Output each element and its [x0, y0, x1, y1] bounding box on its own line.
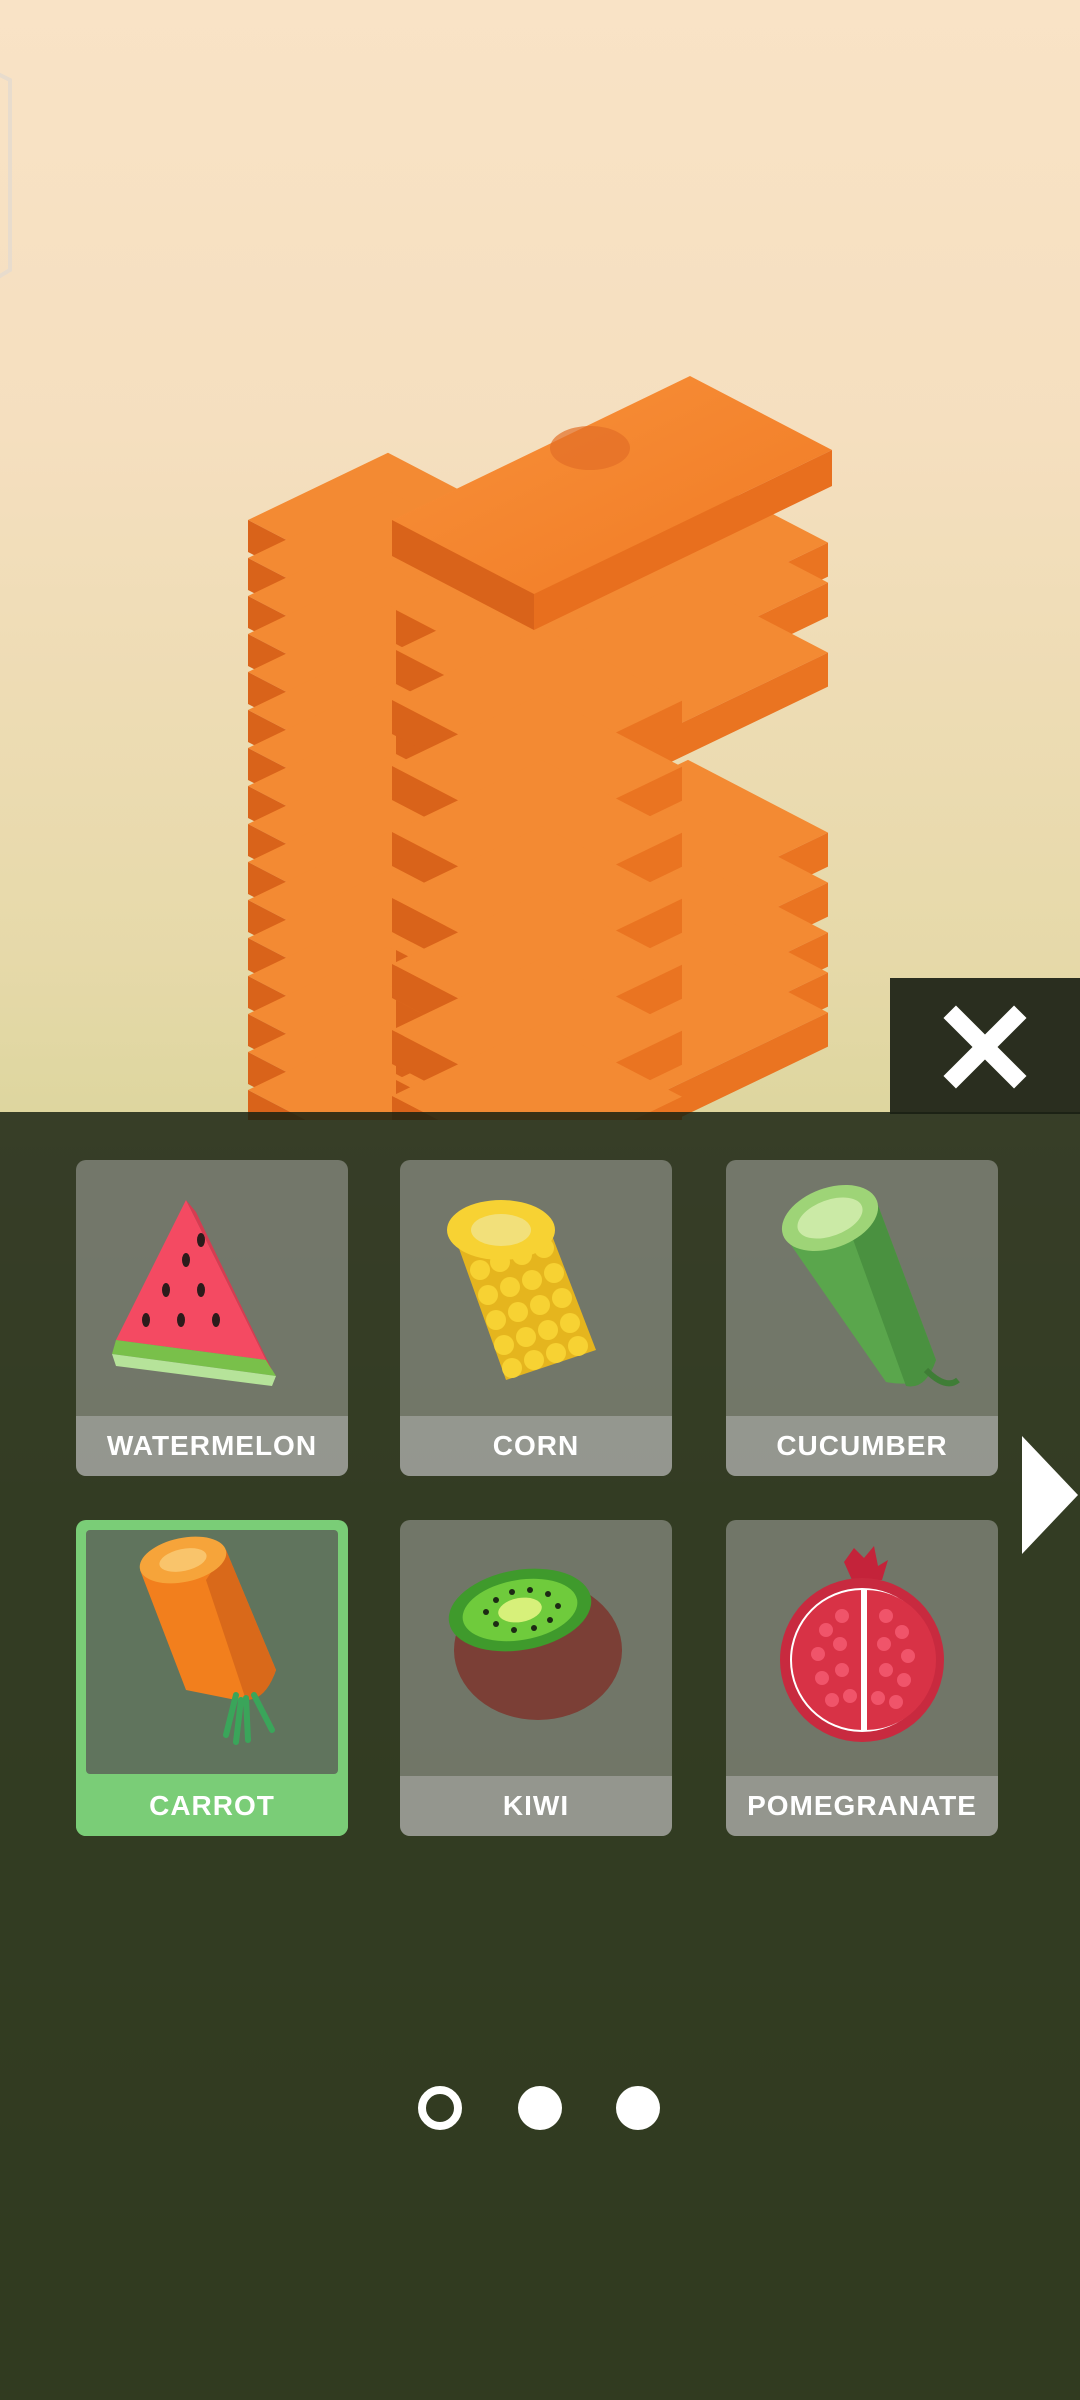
skin-label: KIWI: [400, 1776, 672, 1836]
tower-scene: [0, 0, 1080, 1120]
skin-label: POMEGRANATE: [726, 1776, 998, 1836]
skin-card-cucumber[interactable]: CUCUMBER: [726, 1160, 998, 1476]
page-dot-3[interactable]: [616, 2086, 660, 2130]
skin-label: CARROT: [76, 1776, 348, 1836]
corn-icon: [447, 1200, 596, 1380]
skin-label: CORN: [400, 1416, 672, 1476]
next-page-arrow-icon[interactable]: [1020, 1430, 1080, 1560]
pomegranate-icon: [780, 1546, 944, 1742]
skin-card-watermelon[interactable]: WATERMELON: [76, 1160, 348, 1476]
page-dot-1[interactable]: [418, 2086, 462, 2130]
watermelon-icon: [112, 1200, 276, 1386]
skin-card-carrot[interactable]: CARROT: [76, 1520, 348, 1836]
kiwi-icon: [448, 1568, 622, 1720]
cucumber-icon: [781, 1185, 960, 1387]
skin-card-corn[interactable]: CORN: [400, 1160, 672, 1476]
corner-frame-icon: [0, 72, 12, 279]
skin-card-pomegranate[interactable]: POMEGRANATE: [726, 1520, 998, 1836]
close-icon: [943, 1005, 1027, 1089]
skin-label: WATERMELON: [76, 1416, 348, 1476]
page-indicator: [418, 2086, 662, 2134]
skin-label: CUCUMBER: [726, 1416, 998, 1476]
carrot-icon: [139, 1536, 276, 1745]
close-button[interactable]: [890, 978, 1080, 1114]
skin-card-kiwi[interactable]: KIWI: [400, 1520, 672, 1836]
page-dot-2[interactable]: [518, 2086, 562, 2130]
